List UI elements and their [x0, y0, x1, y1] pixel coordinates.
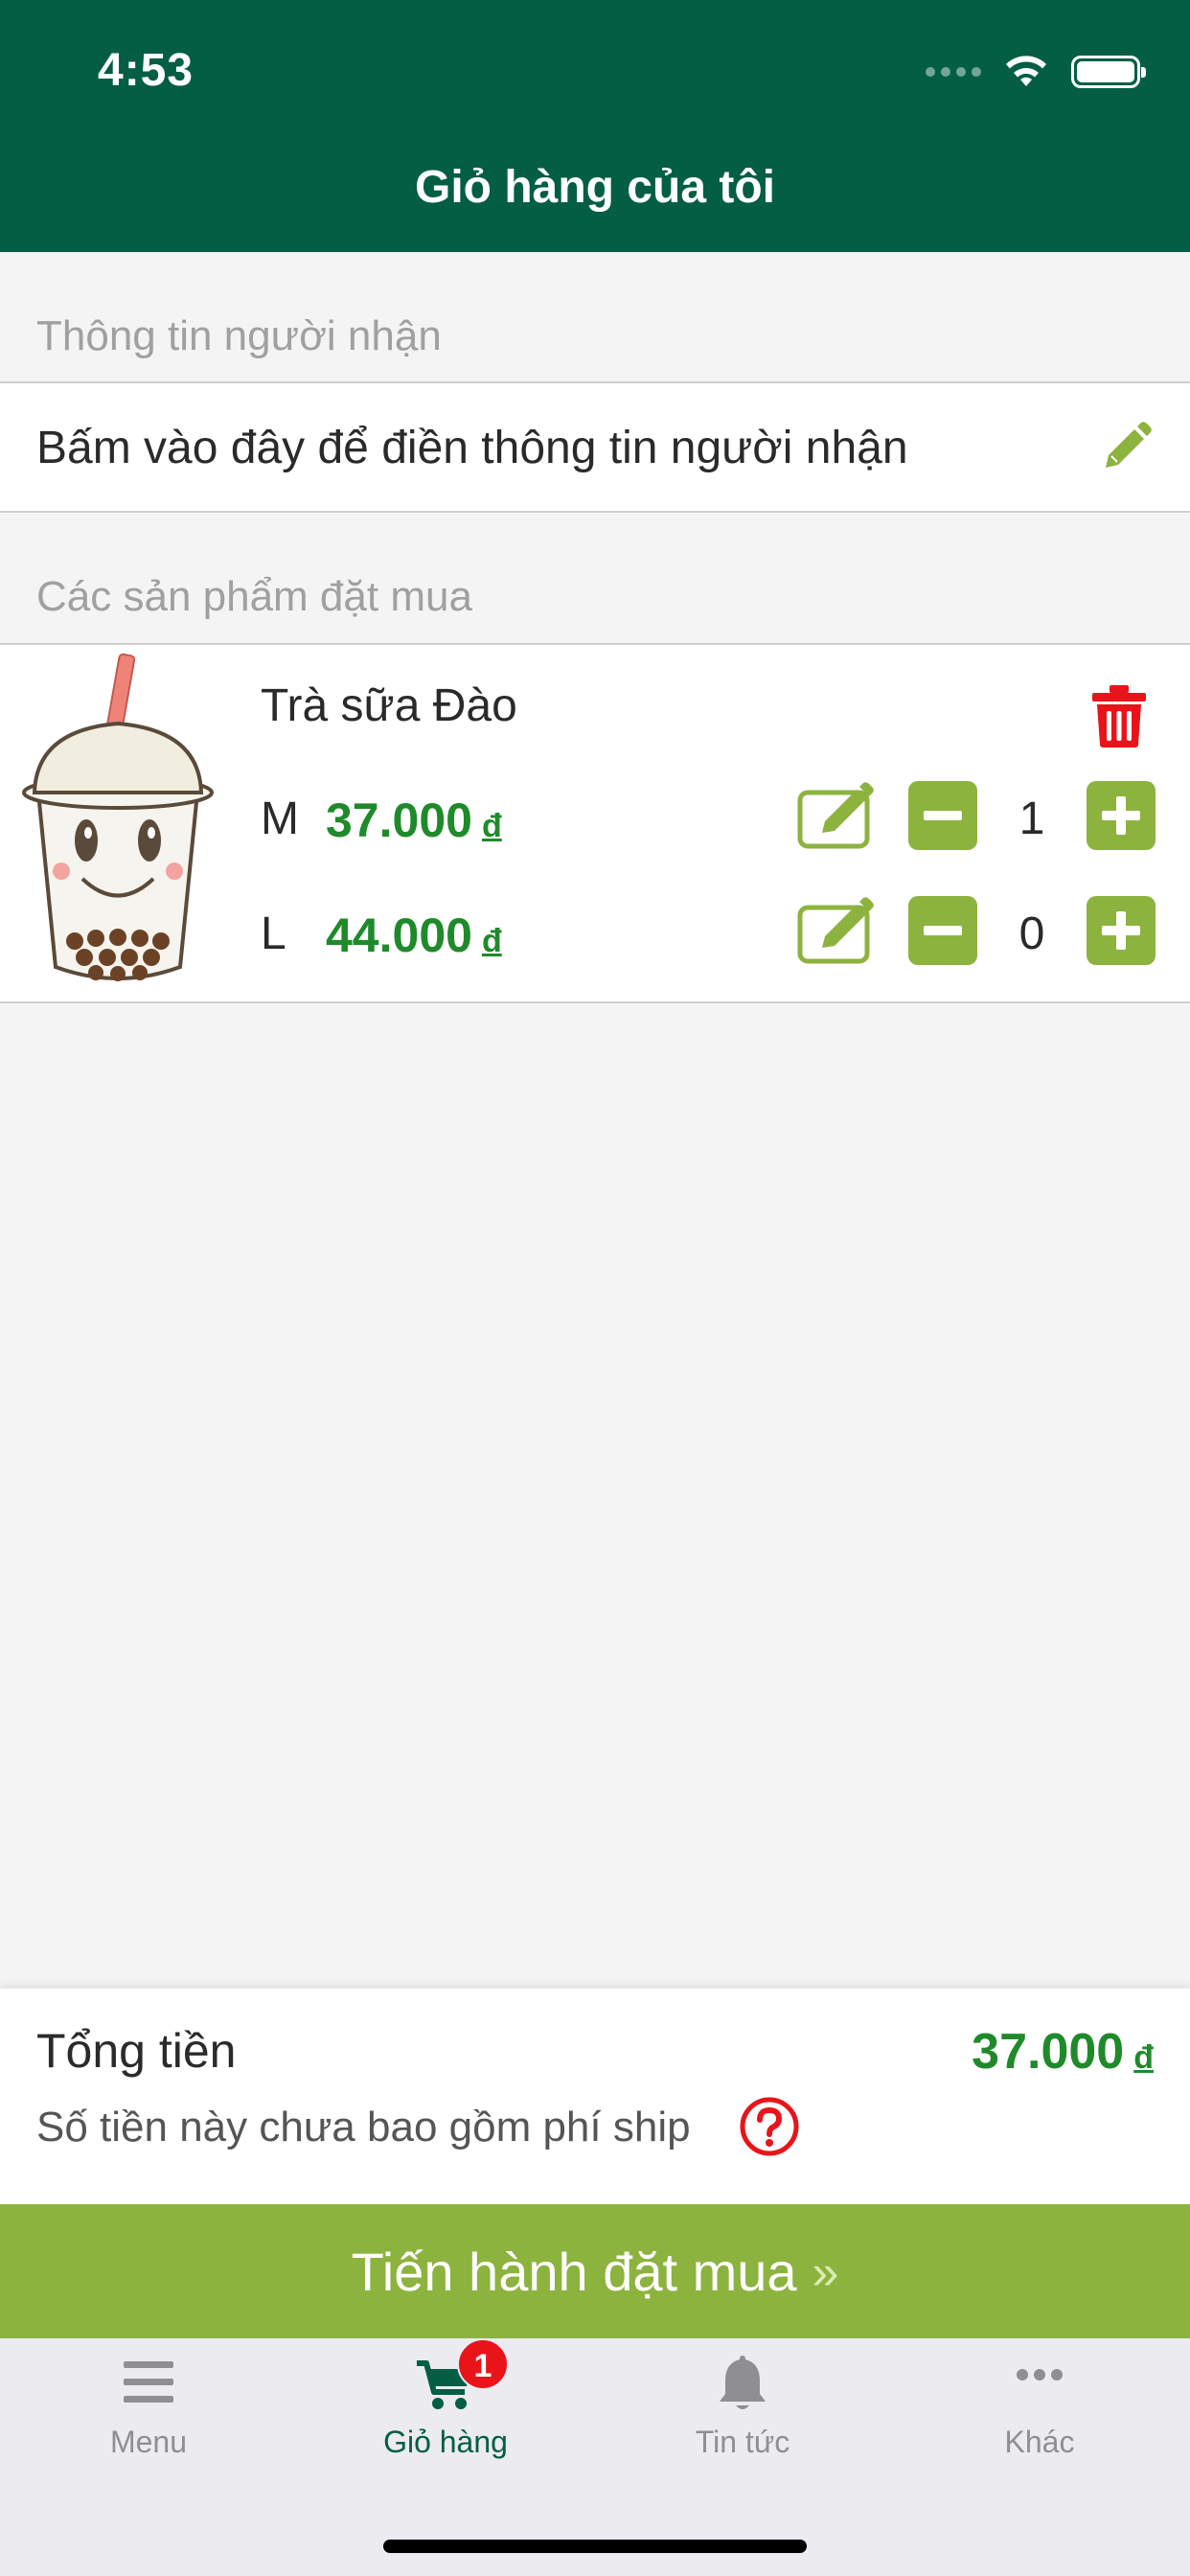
wifi-icon	[1006, 56, 1046, 86]
recipient-info-row[interactable]: Bấm vào đây để điền thông tin người nhận	[0, 381, 1190, 513]
currency-symbol: đ	[481, 808, 502, 844]
total-value: 37.000 đ	[972, 2023, 1154, 2081]
double-chevron-right-icon: »	[812, 2245, 839, 2299]
product-card: Trà sữa Đào M 37.000 đ 1 L 44.000 đ 0	[0, 643, 1190, 1003]
battery-icon	[1071, 56, 1146, 88]
currency-symbol: đ	[481, 923, 502, 959]
checkout-label: Tiến hành đặt mua	[351, 2242, 797, 2302]
home-indicator	[383, 2540, 807, 2553]
quantity-value: 1	[1018, 794, 1045, 844]
size-row-l: L 44.000 đ 0	[0, 896, 1190, 967]
tab-label: Tin tức	[695, 2425, 790, 2459]
menu-icon	[124, 2361, 173, 2403]
quantity-value: 0	[1018, 908, 1045, 959]
more-icon	[1017, 2369, 1063, 2380]
cart-badge: 1	[457, 2338, 509, 2390]
tab-more[interactable]: Khác	[891, 2338, 1188, 2511]
pencil-icon[interactable]	[1098, 420, 1154, 475]
tab-menu[interactable]: Menu	[0, 2338, 297, 2511]
size-label: L	[261, 908, 286, 959]
bell-icon	[720, 2356, 766, 2409]
currency-symbol: đ	[1133, 2039, 1154, 2076]
recipient-section-label: Thông tin người nhận	[36, 312, 442, 359]
edit-note-icon[interactable]	[797, 896, 880, 965]
size-price: 37.000 đ	[326, 793, 502, 848]
page-title: Giỏ hàng của tôi	[414, 162, 775, 213]
status-time: 4:53	[98, 45, 195, 96]
size-row-m: M 37.000 đ 1	[0, 781, 1190, 852]
increase-quantity-button[interactable]	[1087, 896, 1156, 965]
status-icons	[926, 53, 1146, 91]
edit-note-icon[interactable]	[797, 781, 880, 850]
size-label: M	[261, 794, 299, 844]
tab-cart[interactable]: 1 Giỏ hàng	[297, 2338, 594, 2511]
tab-label: Menu	[109, 2425, 188, 2459]
shipping-note: Số tiền này chưa bao gồm phí ship	[36, 2104, 691, 2150]
header: 4:53 Giỏ hàng của tôi	[0, 0, 1190, 252]
total-label: Tổng tiền	[36, 2024, 237, 2078]
trash-icon[interactable]	[1090, 683, 1148, 748]
product-name: Trà sữa Đào	[261, 680, 517, 731]
tab-news[interactable]: Tin tức	[594, 2338, 891, 2511]
help-icon[interactable]	[739, 2096, 800, 2157]
decrease-quantity-button[interactable]	[908, 896, 977, 965]
tab-label: Giỏ hàng	[383, 2425, 508, 2459]
signal-icon	[926, 67, 981, 77]
increase-quantity-button[interactable]	[1087, 781, 1156, 850]
products-section-label: Các sản phẩm đặt mua	[36, 573, 472, 620]
size-price: 44.000 đ	[326, 908, 502, 963]
decrease-quantity-button[interactable]	[908, 781, 977, 850]
price-value: 37.000	[326, 794, 472, 847]
tab-label: Khác	[1004, 2425, 1075, 2459]
total-panel: Tổng tiền 37.000 đ Số tiền này chưa bao g…	[0, 1989, 1190, 2204]
checkout-button[interactable]: Tiến hành đặt mua »	[0, 2204, 1190, 2338]
total-amount: 37.000	[972, 2024, 1125, 2080]
recipient-prompt: Bấm vào đây để điền thông tin người nhận	[36, 423, 908, 473]
price-value: 44.000	[326, 908, 472, 962]
